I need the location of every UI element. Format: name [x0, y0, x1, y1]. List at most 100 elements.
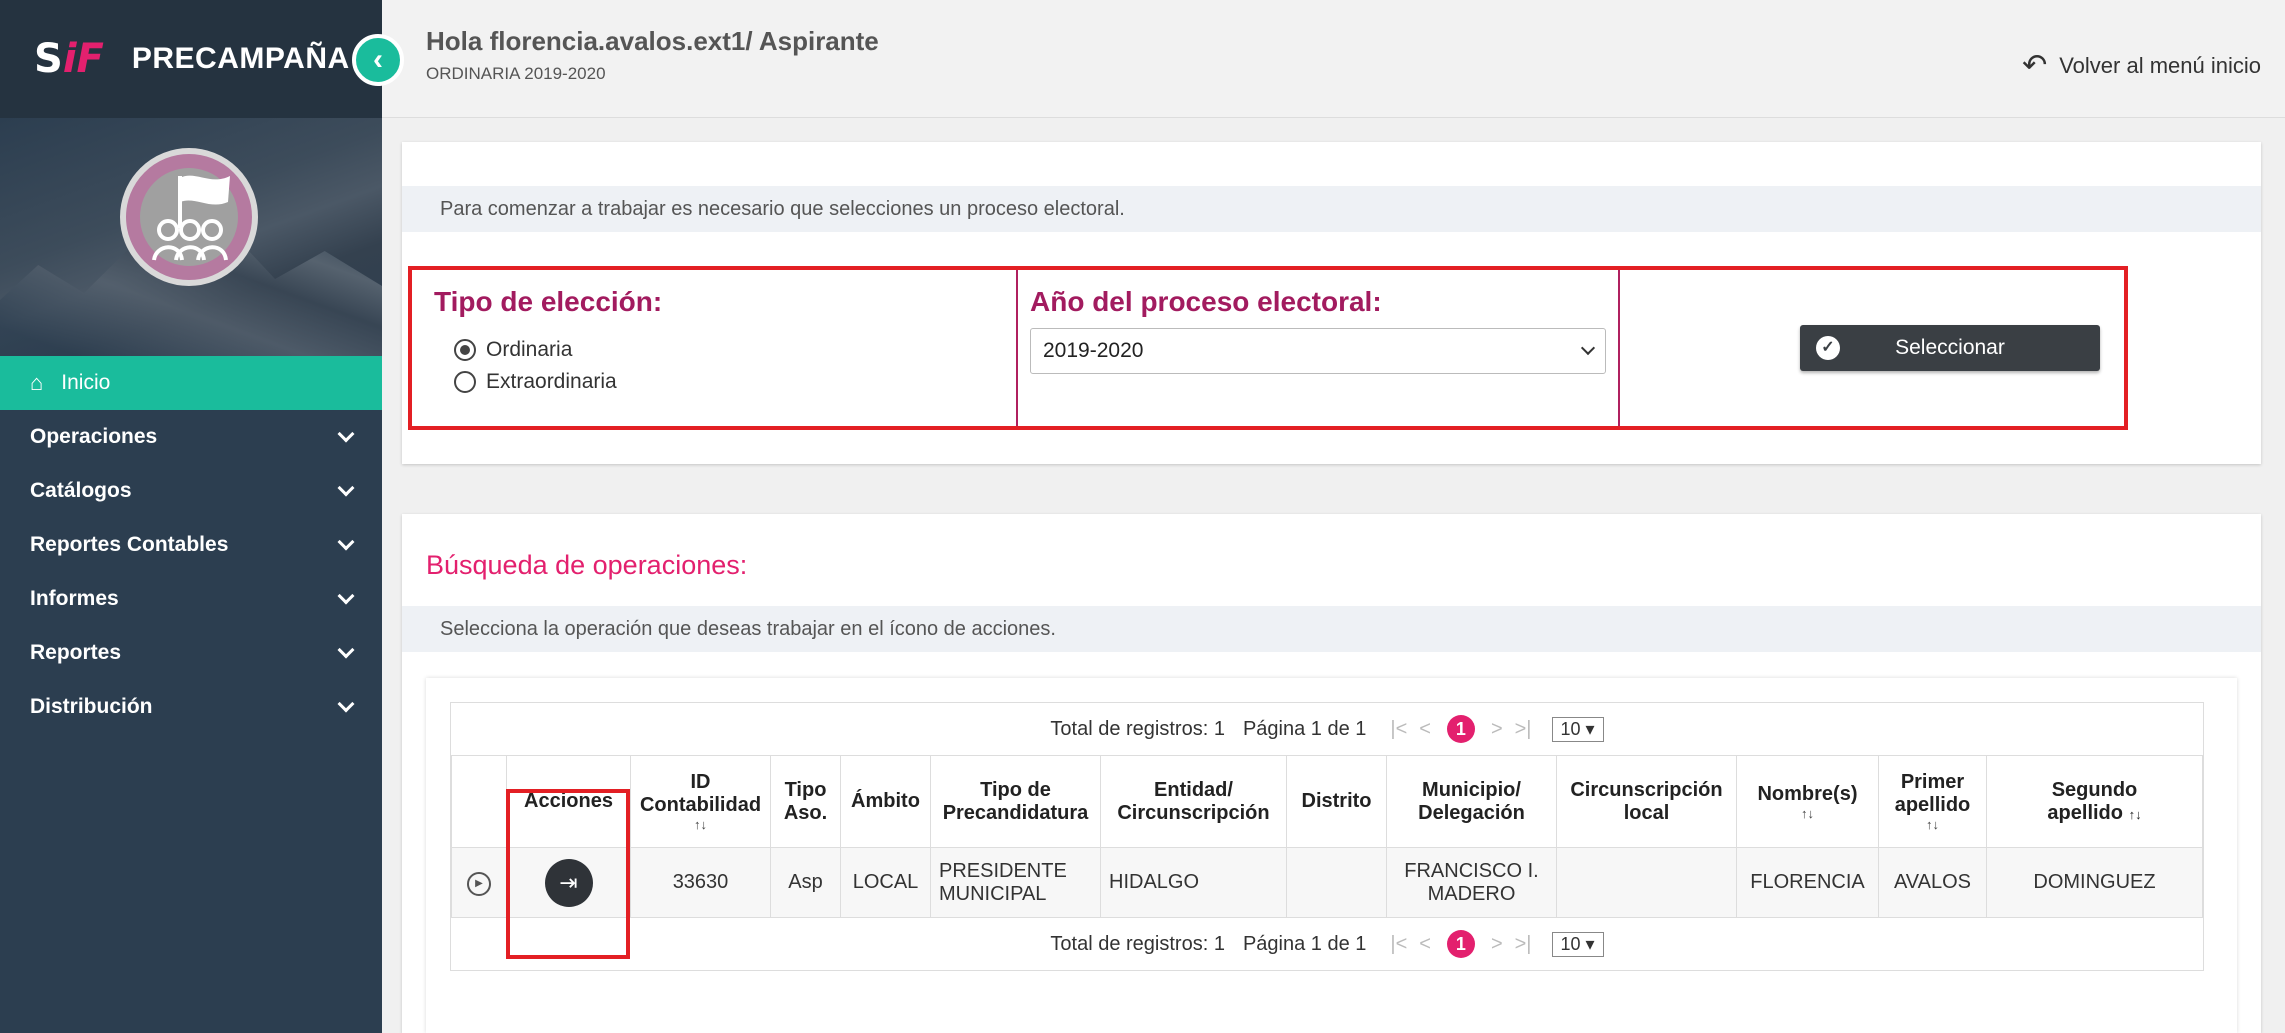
col-tipo-precandidatura: Tipo de Precandidatura — [930, 755, 1101, 848]
sort-icon: ↑↓ — [694, 817, 707, 832]
seleccionar-button[interactable]: ✓ Seleccionar — [1800, 325, 2100, 371]
tipo-eleccion-label: Tipo de elección: — [434, 286, 663, 317]
cell-tipo: Asp — [770, 847, 841, 918]
chevron-down-icon — [337, 587, 355, 605]
col-id-contabilidad[interactable]: ID Contabilidad ↑↓ — [630, 755, 771, 848]
next-page-icon[interactable]: > — [1491, 718, 1503, 741]
logo-f: iF — [62, 36, 104, 82]
col-label: Tipo de — [980, 778, 1051, 801]
page-size-select[interactable]: 10 ▾ — [1551, 931, 1604, 957]
profile-banner — [0, 118, 382, 356]
table-card: Total de registros: 1 Página 1 de 1 |< <… — [426, 678, 2237, 1033]
sidebar-item-distribucion[interactable]: Distribución — [0, 680, 382, 734]
total-records: Total de registros: 1 — [1050, 717, 1225, 740]
table-row: ▶ ⇥ 33630 Asp LOCAL PRESIDENTE MUNICIPAL … — [451, 847, 2203, 918]
col-label: local — [1623, 801, 1670, 824]
first-page-icon[interactable]: |< — [1390, 718, 1407, 741]
chevron-down-icon — [1580, 340, 1596, 356]
search-notice: Selecciona la operación que deseas traba… — [402, 606, 2261, 652]
col-nombre[interactable]: Nombre(s) ↑↓ — [1736, 755, 1879, 848]
cell-circunscripcion — [1556, 847, 1737, 918]
play-circle-icon[interactable]: ▶ — [467, 871, 491, 896]
cell-entidad: HIDALGO — [1100, 847, 1287, 918]
sidebar-item-operaciones[interactable]: Operaciones — [0, 410, 382, 464]
sidebar-item-label: Operaciones — [30, 425, 158, 448]
sidebar-item-catalogos[interactable]: Catálogos — [0, 464, 382, 518]
back-label: Volver al menú inicio — [2059, 52, 2261, 78]
anio-proceso-label: Año del proceso electoral: — [1030, 286, 1382, 317]
col-label: apellido — [1894, 794, 1971, 816]
cell-id: 33630 — [630, 847, 771, 918]
cell-nombre: FLORENCIA — [1736, 847, 1879, 918]
cell-primer-apellido: AVALOS — [1878, 847, 1987, 918]
col-municipio: Municipio/Delegación — [1386, 755, 1557, 848]
sort-icon: ↑↓ — [1801, 805, 1814, 821]
sidebar-item-inicio[interactable]: ⌂ Inicio — [0, 356, 382, 410]
sidebar-item-reportes-contables[interactable]: Reportes Contables — [0, 518, 382, 572]
operations-grid: Total de registros: 1 Página 1 de 1 |< <… — [450, 702, 2204, 971]
search-panel: Búsqueda de operaciones: Selecciona la o… — [402, 514, 2261, 1033]
col-label: Delegación — [1418, 801, 1525, 824]
sort-icon: ↑↓ — [1926, 817, 1939, 832]
sidebar-item-label: Reportes — [30, 641, 122, 664]
tipo-eleccion-group: Tipo de elección: Ordinaria Extraordinar… — [412, 270, 1018, 426]
col-label: Segundo — [2051, 778, 2138, 801]
next-page-icon[interactable]: > — [1491, 933, 1503, 956]
chevron-left-icon: ‹ — [373, 43, 383, 76]
col-segundo-apellido[interactable]: Segundo apellido ↑↓ — [1986, 755, 2203, 848]
anio-proceso-select[interactable]: 2019-2020 — [1030, 328, 1606, 374]
col-distrito: Distrito — [1286, 755, 1387, 848]
page-size-select[interactable]: 10 ▾ — [1551, 716, 1604, 742]
col-acciones: Acciones — [506, 755, 631, 848]
col-primer-apellido[interactable]: Primer apellido ↑↓ — [1878, 755, 1987, 848]
pager-bottom: Total de registros: 1 Página 1 de 1 |< <… — [451, 918, 2203, 970]
last-page-icon[interactable]: >| — [1515, 718, 1532, 741]
total-records: Total de registros: 1 — [1050, 932, 1225, 955]
expand-column-header — [451, 755, 507, 848]
header: Hola florencia.avalos.ext1/ Aspirante OR… — [382, 0, 2285, 118]
first-page-icon[interactable]: |< — [1390, 933, 1407, 956]
col-label: Tipo — [784, 778, 827, 801]
radio-extraordinaria[interactable]: Extraordinaria — [454, 370, 617, 394]
expand-row-cell[interactable]: ▶ — [451, 847, 507, 918]
col-label: Entidad/ — [1154, 778, 1233, 801]
radio-label: Ordinaria — [486, 338, 573, 361]
brand-title: PRECAMPAÑA — [131, 42, 350, 75]
col-label: Contabilidad — [639, 794, 762, 816]
col-tipo-aso: Tipo Aso. — [770, 755, 841, 848]
logo-s: S — [34, 36, 63, 82]
current-page-button[interactable]: 1 — [1446, 715, 1475, 743]
current-page-button[interactable]: 1 — [1446, 930, 1475, 958]
operations-table: Acciones ID Contabilidad ↑↓ Tipo Aso. Ámbit… — [451, 755, 2203, 918]
cell-text: MUNICIPAL — [939, 882, 1047, 905]
col-label: Precandidatura — [942, 801, 1089, 824]
prev-page-icon[interactable]: < — [1419, 718, 1431, 741]
col-label: Circunscripción — [1117, 801, 1270, 824]
page-info: Página 1 de 1 — [1242, 717, 1367, 740]
col-circunscripcion-local: Circunscripción local — [1556, 755, 1737, 848]
last-page-icon[interactable]: >| — [1515, 933, 1532, 956]
cell-text: FRANCISCO I. — [1404, 859, 1539, 882]
chevron-down-icon — [337, 641, 355, 659]
cell-text: PRESIDENTE — [939, 859, 1067, 882]
chevron-down-icon — [337, 425, 355, 443]
sidebar-item-label: Distribución — [30, 695, 153, 718]
chevron-down-icon — [337, 695, 355, 713]
sidebar-item-informes[interactable]: Informes — [0, 572, 382, 626]
cell-text: MADERO — [1427, 882, 1516, 905]
collapse-sidebar-button[interactable]: ‹ — [352, 34, 404, 86]
anio-proceso-group: Año del proceso electoral: 2019-2020 — [1018, 270, 1620, 426]
radio-unchecked-icon — [454, 371, 476, 393]
sidebar-item-reportes[interactable]: Reportes — [0, 626, 382, 680]
actions-button[interactable]: ⇥ — [544, 858, 593, 907]
back-to-menu-link[interactable]: ↶ Volver al menú inicio — [2022, 48, 2261, 83]
page-size-value: 10 — [1560, 718, 1581, 739]
process-selector-panel: Para comenzar a trabajar es necesario qu… — [402, 142, 2261, 464]
sidebar-item-label: Informes — [30, 587, 119, 610]
radio-ordinaria[interactable]: Ordinaria — [454, 338, 572, 362]
radio-checked-icon — [454, 339, 476, 361]
sidebar-item-label: Inicio — [61, 371, 111, 394]
sidebar-item-label: Reportes Contables — [30, 533, 229, 556]
col-label: Primer — [1900, 771, 1965, 793]
prev-page-icon[interactable]: < — [1419, 933, 1431, 956]
